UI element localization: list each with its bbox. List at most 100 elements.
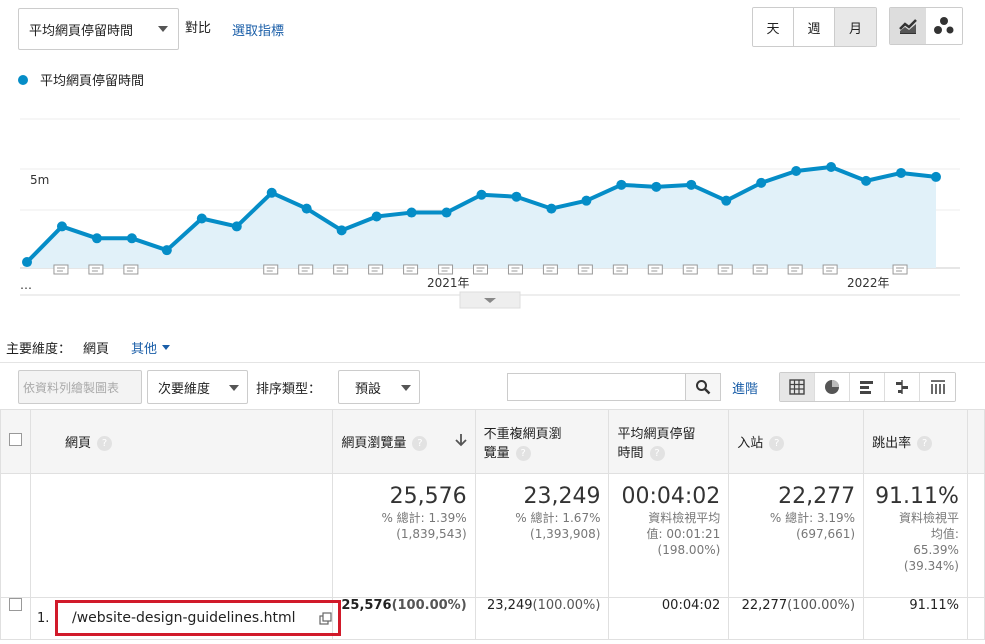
data-point[interactable] <box>896 167 907 178</box>
annotation-icon[interactable] <box>88 264 104 275</box>
row-checkbox[interactable] <box>9 598 22 611</box>
annotation-icon[interactable] <box>577 264 593 275</box>
data-point[interactable] <box>196 213 207 224</box>
metric-select[interactable]: 平均網頁停留時間 <box>18 8 179 50</box>
data-point[interactable] <box>406 207 417 218</box>
column-header-unique-pageviews[interactable]: 不重複網頁瀏 覽量? <box>474 409 610 474</box>
view-comparison-button[interactable] <box>885 373 920 401</box>
select-all-cell <box>0 409 31 474</box>
data-point[interactable] <box>371 211 382 222</box>
sort-type-label: 排序類型： <box>256 382 322 397</box>
view-performance-button[interactable] <box>850 373 885 401</box>
view-pie-button[interactable] <box>815 373 850 401</box>
table-search-input[interactable] <box>507 373 685 401</box>
help-icon[interactable]: ? <box>917 436 933 451</box>
summary-unique-pageviews: 23,249 % 總計: 1.67% (1,393,908) <box>474 473 610 598</box>
data-point[interactable] <box>861 175 872 186</box>
data-point[interactable] <box>756 177 767 188</box>
data-point[interactable] <box>616 179 627 190</box>
view-pivot-button[interactable] <box>920 373 955 401</box>
data-point[interactable] <box>476 189 487 200</box>
period-toggle: 天 週 月 <box>752 7 877 47</box>
choose-metric-link[interactable]: 選取指標 <box>232 20 284 39</box>
data-point[interactable] <box>931 171 941 182</box>
annotation-icon[interactable] <box>682 264 698 275</box>
dimension-page[interactable]: 網頁 <box>83 338 109 357</box>
column-header-bounce-rate[interactable]: 跳出率? <box>863 409 968 474</box>
summary-value: 91.11% <box>875 484 959 509</box>
annotation-icon[interactable] <box>368 264 384 275</box>
motion-chart-button[interactable] <box>926 8 962 44</box>
help-icon[interactable]: ? <box>97 436 113 451</box>
column-header-pageviews[interactable]: 網頁瀏覽量? <box>332 409 476 474</box>
help-icon[interactable]: ? <box>515 445 531 461</box>
annotation-icon[interactable] <box>438 264 454 275</box>
data-point[interactable] <box>686 179 697 190</box>
plot-rows-button[interactable]: 依資料列繪製圖表 <box>18 370 142 404</box>
data-point[interactable] <box>511 191 522 202</box>
data-point[interactable] <box>91 233 102 244</box>
data-point[interactable] <box>161 245 172 256</box>
data-point[interactable] <box>126 233 137 244</box>
annotation-icon[interactable] <box>507 264 523 275</box>
external-link-icon[interactable] <box>319 612 332 629</box>
data-point[interactable] <box>231 221 242 232</box>
data-point[interactable] <box>651 181 662 192</box>
annotation-icon[interactable] <box>53 264 69 275</box>
column-header-page[interactable]: 網頁? <box>29 409 334 474</box>
data-point[interactable] <box>301 203 312 214</box>
view-table-button[interactable] <box>780 373 815 401</box>
line-chart: 5m … 2021年 2022年 <box>20 118 960 309</box>
data-point[interactable] <box>721 195 732 206</box>
annotation-icon[interactable] <box>298 264 314 275</box>
secondary-dimension-select[interactable]: 次要維度 <box>147 370 248 404</box>
column-header-entrances[interactable]: 入站? <box>728 409 865 474</box>
data-point[interactable] <box>22 257 32 268</box>
data-point[interactable] <box>266 187 277 198</box>
data-point[interactable] <box>441 207 452 218</box>
data-point[interactable] <box>581 195 592 206</box>
summary-subtext: % 總計: 1.39% <box>381 511 467 525</box>
page-link-highlighted[interactable]: /website-design-guidelines.html <box>55 600 341 636</box>
period-month-button[interactable]: 月 <box>835 8 876 46</box>
period-day-button[interactable]: 天 <box>753 8 794 46</box>
cell-value: 91.11% <box>909 598 959 613</box>
annotation-icon[interactable] <box>822 264 838 275</box>
help-icon[interactable]: ? <box>412 436 428 451</box>
search-button[interactable] <box>685 373 721 401</box>
sort-type-select[interactable]: 預設 <box>338 370 420 404</box>
annotation-icon[interactable] <box>787 264 803 275</box>
data-point[interactable] <box>336 225 347 236</box>
annotation-icon[interactable] <box>752 264 768 275</box>
dimension-other-menu[interactable]: 其他 <box>131 338 171 357</box>
data-table: 網頁? 網頁瀏覽量? 不重複網頁瀏 覽量? 平均網頁停留 時間? 入站? 跳出率… <box>0 409 985 640</box>
annotation-icon[interactable] <box>612 264 628 275</box>
select-all-checkbox[interactable] <box>9 433 22 446</box>
data-point[interactable] <box>546 203 557 214</box>
data-point[interactable] <box>791 165 802 176</box>
help-icon[interactable]: ? <box>769 436 785 451</box>
advanced-filter-link[interactable]: 進階 <box>732 378 758 397</box>
annotation-icon[interactable] <box>892 264 908 275</box>
primary-dimension-label: 主要維度： <box>6 342 72 357</box>
y-tick-label: 5m <box>30 173 49 187</box>
row-avg-time: 00:04:02 <box>608 597 730 640</box>
data-point[interactable] <box>56 221 67 232</box>
help-icon[interactable]: ? <box>649 445 665 461</box>
annotation-icon[interactable] <box>123 264 139 275</box>
annotation-icon[interactable] <box>542 264 558 275</box>
annotation-icon[interactable] <box>263 264 279 275</box>
annotation-icon[interactable] <box>333 264 349 275</box>
annotation-icon[interactable] <box>717 264 733 275</box>
annotation-icon[interactable] <box>473 264 488 275</box>
line-chart-button[interactable] <box>890 8 926 44</box>
summary-subtext: 資料檢視平均 <box>648 511 721 525</box>
annotation-icon[interactable] <box>403 264 419 275</box>
cell-percent: (100.00%) <box>787 598 856 613</box>
annotation-icon[interactable] <box>647 264 663 275</box>
chart-legend: 平均網頁停留時間 <box>18 70 144 89</box>
collapse-handle[interactable] <box>459 291 521 309</box>
column-header-avg-time[interactable]: 平均網頁停留 時間? <box>608 409 730 474</box>
data-point[interactable] <box>826 162 837 173</box>
period-week-button[interactable]: 週 <box>794 8 835 46</box>
